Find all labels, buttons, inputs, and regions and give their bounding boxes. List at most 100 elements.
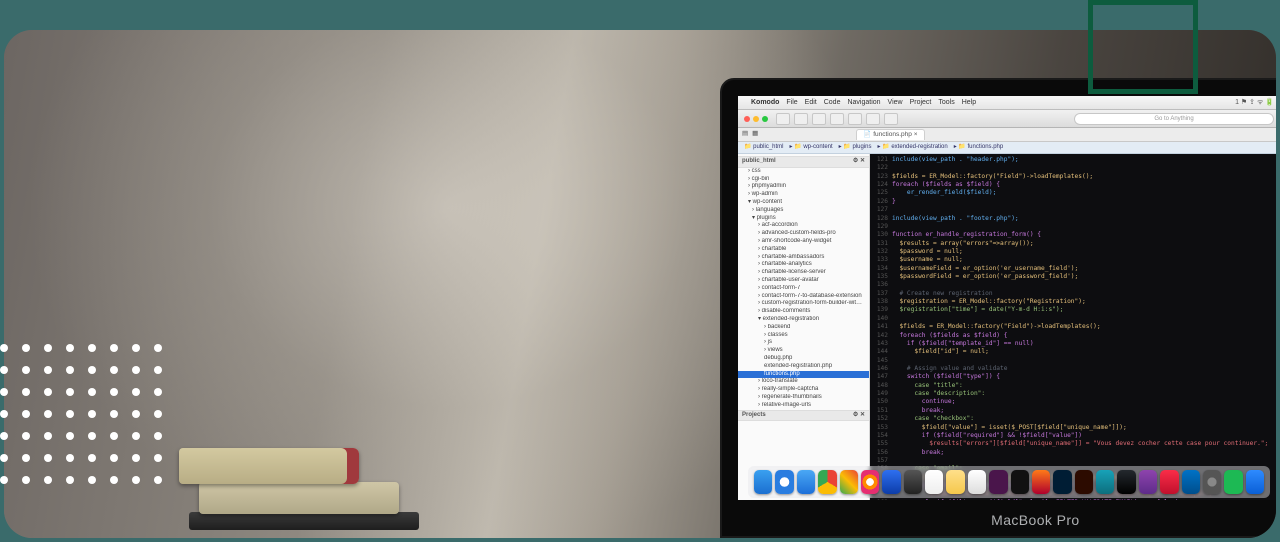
tree-item-selected[interactable]: functions.php <box>738 371 869 379</box>
code-editor[interactable]: 121include(view_path . "header.php");122… <box>870 154 1276 500</box>
code-line[interactable]: 146 # Assign value and validate <box>872 365 1276 373</box>
dock-app-calendar[interactable] <box>925 470 943 494</box>
dock-app-slack[interactable] <box>989 470 1007 494</box>
tree-item[interactable]: › disable-comments <box>738 308 869 316</box>
file-tree-sidebar[interactable]: public_html⚙ ✕ › css› cgi-bin› phpmyadmi… <box>738 154 870 500</box>
toolbar-button[interactable] <box>848 113 862 125</box>
code-line[interactable]: 138 $registration = ER_Model::factory("R… <box>872 298 1276 306</box>
tree-item[interactable]: › cgi-bin <box>738 176 869 184</box>
code-line[interactable]: 132 $password = null; <box>872 248 1276 256</box>
tree-item[interactable]: › css <box>738 168 869 176</box>
dock-app-o1[interactable] <box>1032 470 1050 494</box>
dock-app-ai[interactable] <box>1075 470 1093 494</box>
code-line[interactable]: 141 $fields = ER_Model::factory("Field")… <box>872 323 1276 331</box>
menu-edit[interactable]: Edit <box>805 98 817 107</box>
menu-code[interactable]: Code <box>824 98 841 107</box>
code-line[interactable]: 142 foreach ($fields as $field) { <box>872 332 1276 340</box>
nav-fwd-button[interactable] <box>794 113 808 125</box>
code-line[interactable]: 140 <box>872 315 1276 323</box>
code-line[interactable]: 156 break; <box>872 449 1276 457</box>
tree-item[interactable]: › wp-admin <box>738 191 869 199</box>
dock-app-ps[interactable] <box>1053 470 1071 494</box>
code-line[interactable]: 129 <box>872 223 1276 231</box>
menu-project[interactable]: Project <box>910 98 932 107</box>
code-line[interactable]: 121include(view_path . "header.php"); <box>872 156 1276 164</box>
tree-item[interactable]: › really-simple-captcha <box>738 386 869 394</box>
menu-navigation[interactable]: Navigation <box>847 98 880 107</box>
tree-item[interactable]: › phpmyadmin <box>738 183 869 191</box>
dock-app-maps[interactable] <box>840 470 858 494</box>
editor-tab[interactable]: 📄 functions.php × <box>856 129 924 140</box>
code-line[interactable]: 155 $results["errors"][$field["unique_na… <box>872 440 1276 448</box>
tree-item[interactable]: › acf-accordion <box>738 222 869 230</box>
dock-app-teal[interactable] <box>1096 470 1114 494</box>
tree-item[interactable]: ▾ plugins <box>738 215 869 223</box>
dock-app-git[interactable] <box>1117 470 1135 494</box>
dock-app-prefs[interactable] <box>1203 470 1221 494</box>
menu-tools[interactable]: Tools <box>938 98 954 107</box>
dock-app-system[interactable] <box>904 470 922 494</box>
maximize-icon[interactable] <box>762 116 768 122</box>
goto-anything-search[interactable]: Go to Anything <box>1074 113 1274 125</box>
code-line[interactable]: 149 case "description": <box>872 390 1276 398</box>
breadcrumb[interactable]: 📁 public_html▸ 📁 wp-content▸ 📁 plugins▸ … <box>738 142 1276 154</box>
nav-back-button[interactable] <box>776 113 790 125</box>
dock-app-terminal[interactable] <box>1011 470 1029 494</box>
tree-item[interactable]: › loco-translate <box>738 378 869 386</box>
code-line[interactable]: 130function er_handle_registration_form(… <box>872 231 1276 239</box>
dock-app-mail[interactable] <box>797 470 815 494</box>
tree-item[interactable]: › amr-shortcode-any-widget <box>738 238 869 246</box>
dock-app-reminders[interactable] <box>968 470 986 494</box>
dock-app-music[interactable] <box>1160 470 1178 494</box>
close-icon[interactable] <box>744 116 750 122</box>
tree-item[interactable]: › chartable-user-avatar <box>738 277 869 285</box>
tree-item[interactable]: › backend <box>738 324 869 332</box>
code-line[interactable]: 145 <box>872 357 1276 365</box>
tree-item[interactable]: › languages <box>738 207 869 215</box>
dock-app-store[interactable] <box>1246 470 1264 494</box>
dock-app-notes[interactable] <box>946 470 964 494</box>
code-line[interactable]: 152 case "checkbox": <box>872 415 1276 423</box>
tree-item[interactable]: ▾ wp-content <box>738 199 869 207</box>
tree-item[interactable]: extended-registration.php <box>738 363 869 371</box>
dock-app-appstore-blue[interactable] <box>882 470 900 494</box>
code-line[interactable]: 127 <box>872 206 1276 214</box>
code-line[interactable]: 154 if ($field["required"] && !$field["v… <box>872 432 1276 440</box>
code-line[interactable]: 148 case "title": <box>872 382 1276 390</box>
tree-item[interactable]: › chartable <box>738 246 869 254</box>
code-line[interactable]: 131 $results = array("errors"=>array()); <box>872 240 1276 248</box>
tree-item[interactable]: › regenerate-thumbnails <box>738 394 869 402</box>
breadcrumb-segment[interactable]: ▸ 📁 plugins <box>837 144 874 152</box>
macos-dock[interactable] <box>748 466 1270 498</box>
toolbar-button[interactable] <box>866 113 880 125</box>
dock-app-photos[interactable] <box>861 470 879 494</box>
toolbar-button[interactable] <box>812 113 826 125</box>
code-line[interactable]: 162 elseif (filter_var($field["value"], … <box>872 499 1276 500</box>
code-line[interactable]: 136 <box>872 281 1276 289</box>
menu-help[interactable]: Help <box>962 98 976 107</box>
tree-item[interactable]: ▾ extended-registration <box>738 316 869 324</box>
breadcrumb-segment[interactable]: ▸ 📁 functions.php <box>952 144 1006 152</box>
code-line[interactable]: 128include(view_path . "footer.php"); <box>872 215 1276 223</box>
toolbar-button[interactable] <box>830 113 844 125</box>
dock-app-o2[interactable] <box>1139 470 1157 494</box>
dock-app-spotify[interactable] <box>1224 470 1242 494</box>
tree-item[interactable]: › views <box>738 347 869 355</box>
code-line[interactable]: 139 $registration["time"] = date("Y-m-d … <box>872 306 1276 314</box>
code-line[interactable]: 123$fields = ER_Model::factory("Field")-… <box>872 173 1276 181</box>
code-line[interactable]: 157 <box>872 457 1276 465</box>
code-line[interactable]: 150 continue; <box>872 398 1276 406</box>
panel-icon[interactable]: ▤ <box>742 130 748 138</box>
minimize-icon[interactable] <box>753 116 759 122</box>
panel-icon[interactable]: ▦ <box>752 130 758 138</box>
toolbar-button[interactable] <box>884 113 898 125</box>
code-line[interactable]: 134 $usernameField = er_option('er_usern… <box>872 265 1276 273</box>
code-line[interactable]: 122 <box>872 164 1276 172</box>
code-line[interactable]: 144 $field["id"] = null; <box>872 348 1276 356</box>
code-line[interactable]: 137 # Create new registration <box>872 290 1276 298</box>
tree-item[interactable]: › custom-registration-form-builder-with-… <box>738 300 869 308</box>
breadcrumb-segment[interactable]: ▸ 📁 wp-content <box>788 144 835 152</box>
dock-app-chrome[interactable] <box>818 470 836 494</box>
sidebar-section-places[interactable]: public_html⚙ ✕ <box>738 156 869 168</box>
code-line[interactable]: 125 er_render_field($field); <box>872 189 1276 197</box>
